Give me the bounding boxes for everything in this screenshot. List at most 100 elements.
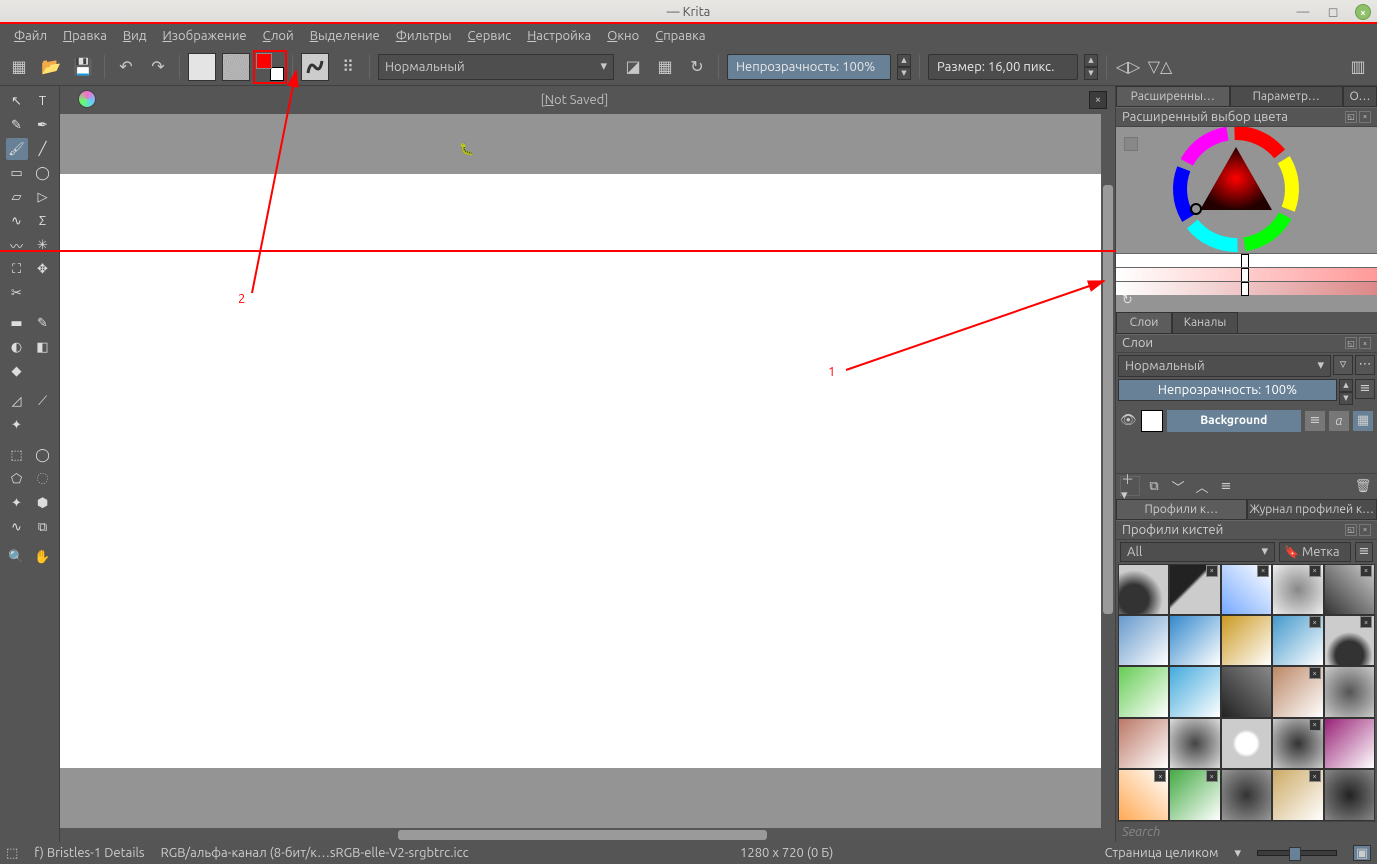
tool-select-rect[interactable]: ⬚ bbox=[6, 444, 28, 466]
scrollbar-horizontal[interactable] bbox=[60, 828, 1115, 842]
tool-ellipse[interactable]: ◯ bbox=[32, 162, 54, 184]
tool-bezier[interactable]: ∿ bbox=[6, 210, 28, 232]
brush-preset-cell[interactable] bbox=[1118, 564, 1169, 615]
layer-name[interactable]: Background bbox=[1167, 410, 1301, 432]
close-dock-button[interactable]: × bbox=[1359, 337, 1371, 349]
brush-preset-thumbnail[interactable] bbox=[301, 53, 329, 81]
color-selector-panel[interactable]: ↻ bbox=[1116, 127, 1377, 313]
layer-props-button[interactable]: ≡ bbox=[1355, 379, 1375, 399]
menu-6[interactable]: Фильтры bbox=[388, 26, 460, 46]
tool-pattern-edit[interactable]: ◧ bbox=[32, 336, 54, 358]
window-close-button[interactable]: × bbox=[1355, 4, 1371, 20]
tool-measure[interactable]: ⟋ bbox=[32, 390, 54, 412]
brush-tag-button[interactable]: 🔖Метка bbox=[1279, 542, 1351, 562]
size-spinner[interactable]: ▲▼ bbox=[1084, 54, 1098, 80]
blend-mode-select[interactable]: Нормальный ▾ bbox=[378, 54, 614, 80]
tool-move[interactable]: ↖ bbox=[6, 90, 28, 112]
brush-preset-cell[interactable]: × bbox=[1272, 615, 1323, 666]
brush-preset-cell[interactable]: × bbox=[1272, 718, 1323, 769]
tool-transform[interactable]: ⛶ bbox=[6, 258, 28, 280]
size-slider[interactable]: Размер: 16,00 пикс. bbox=[928, 54, 1078, 80]
close-dock-button[interactable]: × bbox=[1359, 524, 1371, 536]
tab-overview[interactable]: О… bbox=[1343, 86, 1377, 107]
color-refresh-icon[interactable]: ↻ bbox=[1122, 293, 1133, 308]
new-file-button[interactable]: ▦ bbox=[6, 54, 32, 80]
tool-gradient[interactable]: ◐ bbox=[6, 336, 28, 358]
tool-assistant[interactable]: ◿ bbox=[6, 390, 28, 412]
brush-preset-cell[interactable]: × bbox=[1169, 769, 1220, 820]
close-dock-button[interactable]: × bbox=[1359, 111, 1371, 123]
float-dock-button[interactable]: ◱ bbox=[1345, 111, 1357, 123]
layer-up-button[interactable]: ︿ bbox=[1192, 476, 1212, 496]
tool-select-contiguous[interactable]: ✦ bbox=[6, 492, 28, 514]
add-layer-button[interactable]: ＋▾ bbox=[1120, 476, 1140, 496]
float-dock-button[interactable]: ◱ bbox=[1345, 337, 1357, 349]
tool-polygon[interactable]: ▱ bbox=[6, 186, 28, 208]
layer-blend-select[interactable]: Нормальный▾ bbox=[1118, 355, 1331, 377]
tool-rectangle[interactable]: ▭ bbox=[6, 162, 28, 184]
brush-preset-cell[interactable] bbox=[1221, 718, 1272, 769]
tool-edit-shapes[interactable]: ✎ bbox=[6, 114, 28, 136]
tool-select-freehand[interactable]: ◌ bbox=[32, 468, 54, 490]
brush-preset-cell[interactable]: × bbox=[1324, 564, 1375, 615]
brush-preset-cell[interactable]: × bbox=[1272, 564, 1323, 615]
menu-7[interactable]: Сервис bbox=[460, 26, 520, 46]
layer-alpha-icon[interactable]: α bbox=[1329, 411, 1349, 431]
tab-layers[interactable]: Слои bbox=[1116, 312, 1172, 333]
status-zoom-label[interactable]: Страница целиком bbox=[1105, 846, 1219, 860]
tool-smart-fill[interactable]: ◆ bbox=[6, 360, 28, 382]
tool-multibrush[interactable]: ✳ bbox=[32, 234, 54, 256]
zoom-fit-button[interactable]: ▣ bbox=[1353, 845, 1371, 861]
brush-preset-cell[interactable] bbox=[1221, 666, 1272, 717]
color-wheel-icon[interactable] bbox=[1116, 127, 1377, 257]
layer-lock-icon[interactable]: ≡ bbox=[1305, 411, 1325, 431]
reload-preset-button[interactable]: ↻ bbox=[684, 54, 710, 80]
foreground-background-swatch[interactable] bbox=[256, 53, 284, 81]
tab-brush-history[interactable]: Журнал профилей к… bbox=[1247, 499, 1377, 520]
tool-select-bezier[interactable]: ∿ bbox=[6, 516, 28, 538]
brush-preset-cell[interactable] bbox=[1324, 666, 1375, 717]
brush-preset-cell[interactable]: × bbox=[1324, 615, 1375, 666]
tool-color-picker[interactable]: ✎ bbox=[32, 312, 54, 334]
save-file-button[interactable]: 💾 bbox=[70, 54, 96, 80]
mirror-horizontal-button[interactable]: ◁▷ bbox=[1115, 54, 1141, 80]
undo-button[interactable]: ↶ bbox=[113, 54, 139, 80]
canvas-viewport[interactable]: 🐛 bbox=[60, 114, 1115, 828]
brush-preset-cell[interactable] bbox=[1169, 718, 1220, 769]
canvas-close-button[interactable]: × bbox=[1089, 91, 1107, 109]
opacity-slider[interactable]: Непрозрачность: 100% bbox=[727, 54, 891, 80]
layer-inherit-alpha-icon[interactable]: ▦ bbox=[1353, 411, 1373, 431]
tool-polyline[interactable]: ▷ bbox=[32, 186, 54, 208]
tool-crop[interactable]: ✂ bbox=[6, 282, 28, 304]
tool-select-polygon[interactable]: ⬠ bbox=[6, 468, 28, 490]
brush-preset-cell[interactable] bbox=[1118, 666, 1169, 717]
brush-preset-cell[interactable]: × bbox=[1221, 564, 1272, 615]
brush-preset-cell[interactable] bbox=[1169, 666, 1220, 717]
tool-reference[interactable]: ✦ bbox=[6, 414, 28, 436]
tool-dynamic-brush[interactable]: 〰 bbox=[6, 234, 28, 256]
tool-select-magnetic[interactable]: ⧉ bbox=[32, 516, 54, 538]
tool-freehand-path[interactable]: ʃ bbox=[32, 210, 54, 232]
layer-opacity-spinner[interactable]: ▲▼ bbox=[1339, 379, 1353, 405]
brush-preset-cell[interactable]: × bbox=[1272, 769, 1323, 820]
duplicate-layer-button[interactable]: ⧉ bbox=[1144, 476, 1164, 496]
layer-opacity-slider[interactable]: Непрозрачность: 100% bbox=[1118, 379, 1337, 401]
canvas-page[interactable] bbox=[60, 174, 1115, 768]
zoom-slider[interactable] bbox=[1257, 850, 1337, 856]
brush-preset-cell[interactable] bbox=[1324, 769, 1375, 820]
brush-search-input[interactable]: Search bbox=[1116, 821, 1377, 842]
mirror-vertical-button[interactable]: ▽△ bbox=[1147, 54, 1173, 80]
menu-8[interactable]: Настройка bbox=[519, 26, 599, 46]
brush-settings-button[interactable]: ⠿ bbox=[335, 54, 361, 80]
tool-zoom[interactable]: 🔍 bbox=[6, 546, 28, 568]
menu-5[interactable]: Выделение bbox=[302, 26, 388, 46]
tab-advanced-color[interactable]: Расширенны… bbox=[1116, 86, 1230, 107]
brush-preset-cell[interactable]: × bbox=[1272, 666, 1323, 717]
brush-tag-select[interactable]: All▾ bbox=[1120, 542, 1275, 562]
brush-preset-cell[interactable]: × bbox=[1118, 769, 1169, 820]
window-maximize-button[interactable]: ◻ bbox=[1325, 4, 1341, 20]
menu-1[interactable]: Правка bbox=[55, 26, 115, 46]
layer-row[interactable]: 👁 Background ≡ α ▦ bbox=[1116, 407, 1377, 435]
brush-preset-cell[interactable] bbox=[1169, 615, 1220, 666]
tab-channels[interactable]: Каналы bbox=[1172, 312, 1238, 333]
